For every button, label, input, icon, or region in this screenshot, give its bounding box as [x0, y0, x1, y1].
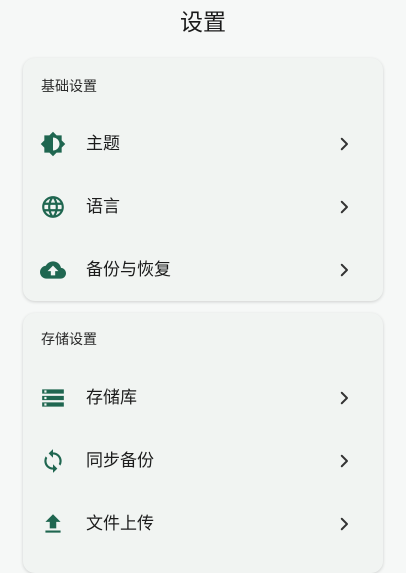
brightness-icon: [40, 131, 66, 157]
settings-item-label: 文件上传: [86, 514, 154, 534]
sync-icon: [40, 448, 66, 474]
settings-item-theme[interactable]: 主题: [23, 113, 383, 175]
basic-settings-card: 基础设置 主题 语言 备份与恢复: [23, 58, 383, 301]
settings-item-sync-backup[interactable]: 同步备份: [23, 430, 383, 492]
section-title-basic: 基础设置: [41, 79, 97, 95]
page-title: 设置: [180, 10, 226, 36]
chevron-right-icon: [335, 135, 353, 153]
settings-item-label: 主题: [86, 134, 120, 154]
section-title-storage: 存储设置: [41, 332, 97, 348]
settings-item-label: 存储库: [86, 388, 137, 408]
settings-item-label: 语言: [86, 197, 120, 217]
chevron-right-icon: [335, 452, 353, 470]
settings-item-repository[interactable]: 存储库: [23, 367, 383, 429]
settings-item-language[interactable]: 语言: [23, 176, 383, 238]
storage-icon: [40, 385, 66, 411]
upload-icon: [40, 511, 66, 537]
chevron-right-icon: [335, 389, 353, 407]
globe-icon: [40, 194, 66, 220]
settings-item-backup-restore[interactable]: 备份与恢复: [23, 239, 383, 301]
chevron-right-icon: [335, 198, 353, 216]
chevron-right-icon: [335, 261, 353, 279]
settings-item-file-upload[interactable]: 文件上传: [23, 493, 383, 555]
cloud-upload-icon: [40, 257, 66, 283]
chevron-right-icon: [335, 515, 353, 533]
settings-item-label: 同步备份: [86, 451, 154, 471]
settings-item-label: 备份与恢复: [86, 260, 171, 280]
storage-settings-card: 存储设置 存储库 同步备份 文件上传: [23, 313, 383, 573]
